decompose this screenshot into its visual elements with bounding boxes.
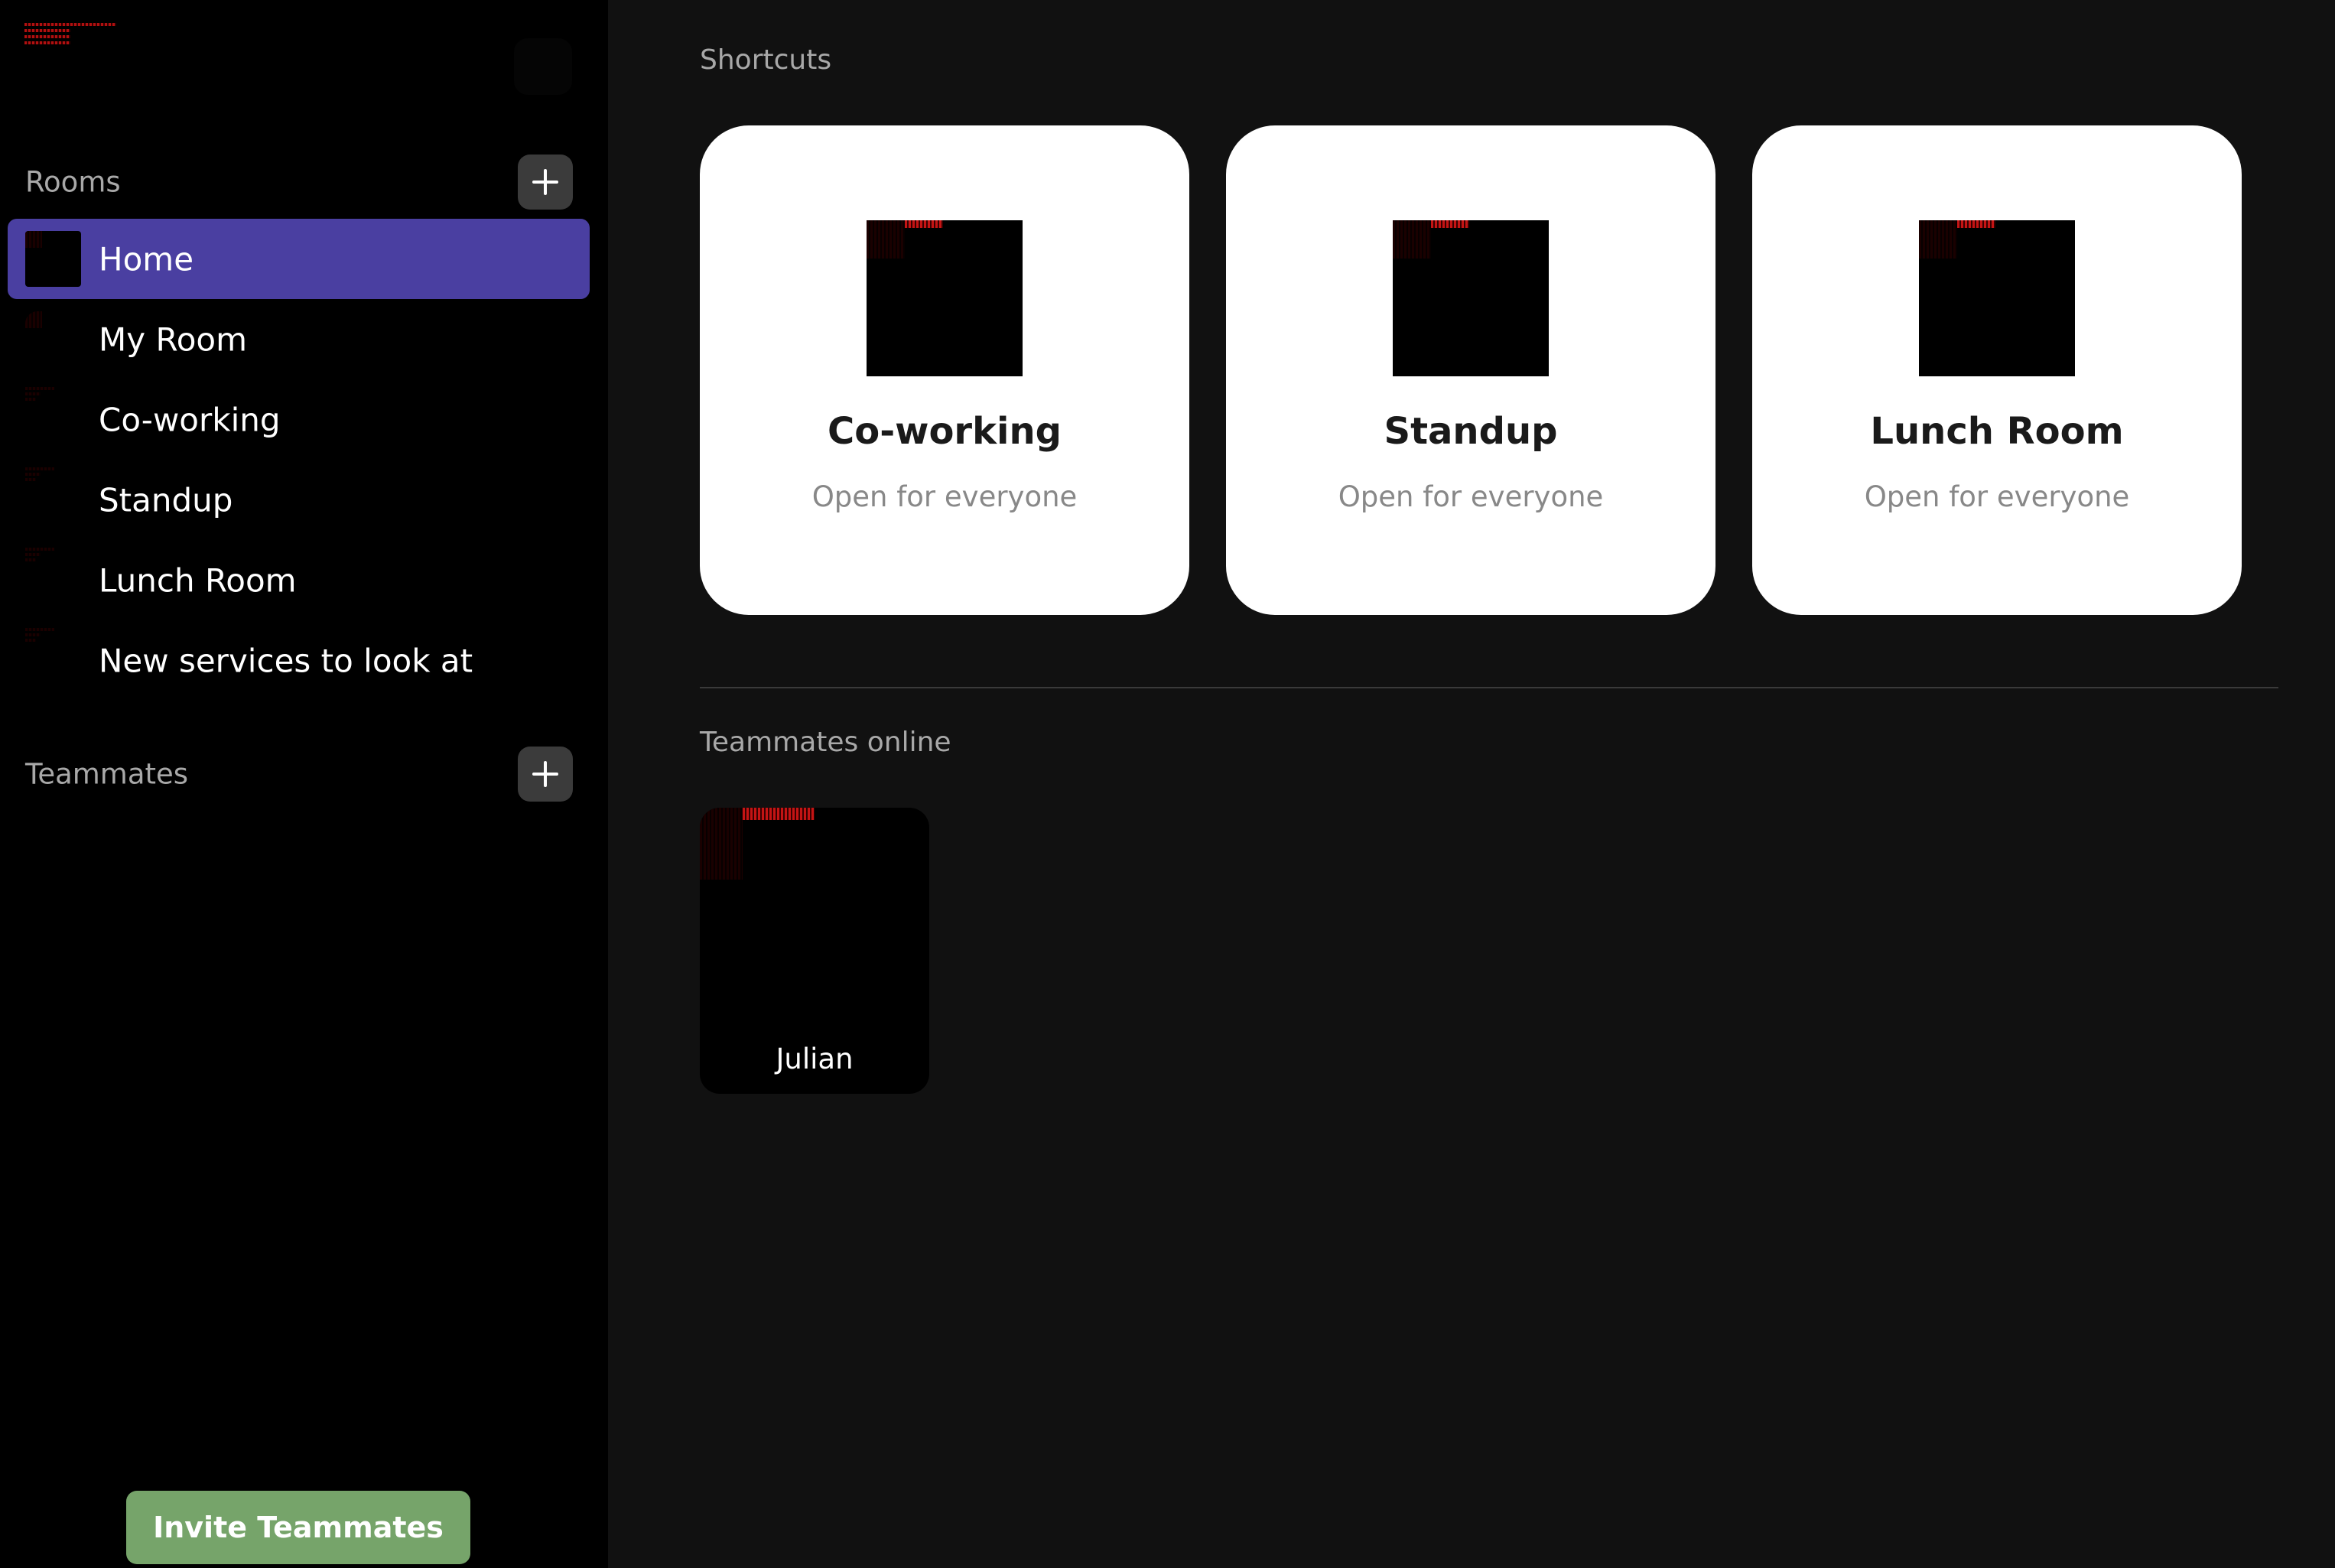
main-content: Shortcuts Co-working Open for everyone S… (608, 0, 2335, 1568)
room-thumbnail (1919, 220, 2075, 376)
user-avatar[interactable] (514, 38, 572, 95)
room-thumbnail (25, 628, 56, 645)
teammates-header: Teammates (25, 747, 573, 802)
shortcut-cards: Co-working Open for everyone Standup Ope… (700, 125, 2245, 615)
sidebar-item-label: Lunch Room (99, 561, 297, 599)
sidebar-item-label: Co-working (99, 401, 281, 438)
sidebar-item-label: Home (99, 240, 194, 278)
card-title: Lunch Room (1870, 410, 2124, 453)
room-thumbnail (25, 548, 56, 564)
teammates-title: Teammates (25, 757, 189, 791)
teammate-name: Julian (776, 1043, 854, 1075)
sidebar-item-standup[interactable]: Standup (8, 460, 590, 540)
shortcut-card-standup[interactable]: Standup Open for everyone (1226, 125, 1715, 615)
app-window: Rooms Home My Room Co-working Standup Lu… (0, 0, 2335, 1568)
card-title: Standup (1384, 410, 1558, 453)
room-thumbnail (25, 311, 81, 367)
rooms-header: Rooms (25, 155, 573, 210)
room-thumbnail (1393, 220, 1549, 376)
sidebar-item-label: New services to look at (99, 642, 473, 679)
add-teammate-button[interactable] (518, 747, 573, 802)
sidebar-item-lunch-room[interactable]: Lunch Room (8, 540, 590, 620)
sidebar-item-label: Standup (99, 481, 233, 519)
sidebar-item-label: My Room (99, 320, 248, 358)
card-title: Co-working (827, 410, 1062, 453)
sidebar: Rooms Home My Room Co-working Standup Lu… (0, 0, 608, 1568)
sidebar-item-new-services[interactable]: New services to look at (8, 620, 590, 701)
room-thumbnail (25, 387, 56, 404)
add-room-button[interactable] (518, 155, 573, 210)
shortcut-card-co-working[interactable]: Co-working Open for everyone (700, 125, 1189, 615)
section-divider (700, 687, 2278, 688)
card-subtitle: Open for everyone (811, 480, 1078, 513)
room-thumbnail (867, 220, 1023, 376)
teammates-online-title: Teammates online (700, 727, 951, 758)
room-thumbnail (25, 467, 56, 484)
shortcut-card-lunch-room[interactable]: Lunch Room Open for everyone (1752, 125, 2242, 615)
card-subtitle: Open for everyone (1338, 480, 1604, 513)
room-list: Home My Room Co-working Standup Lunch Ro… (8, 219, 590, 701)
sidebar-item-my-room[interactable]: My Room (8, 299, 590, 379)
avatar (700, 808, 743, 880)
plus-icon (532, 169, 558, 195)
rooms-title: Rooms (25, 165, 121, 199)
sidebar-item-home[interactable]: Home (8, 219, 590, 299)
room-thumbnail (25, 231, 81, 287)
shortcuts-title: Shortcuts (700, 44, 832, 76)
sidebar-item-co-working[interactable]: Co-working (8, 379, 590, 460)
plus-icon (532, 761, 558, 787)
card-subtitle: Open for everyone (1864, 480, 2130, 513)
app-logo (24, 23, 116, 46)
teammate-tile-julian[interactable]: Julian (700, 808, 929, 1094)
invite-teammates-button[interactable]: Invite Teammates (126, 1491, 470, 1564)
